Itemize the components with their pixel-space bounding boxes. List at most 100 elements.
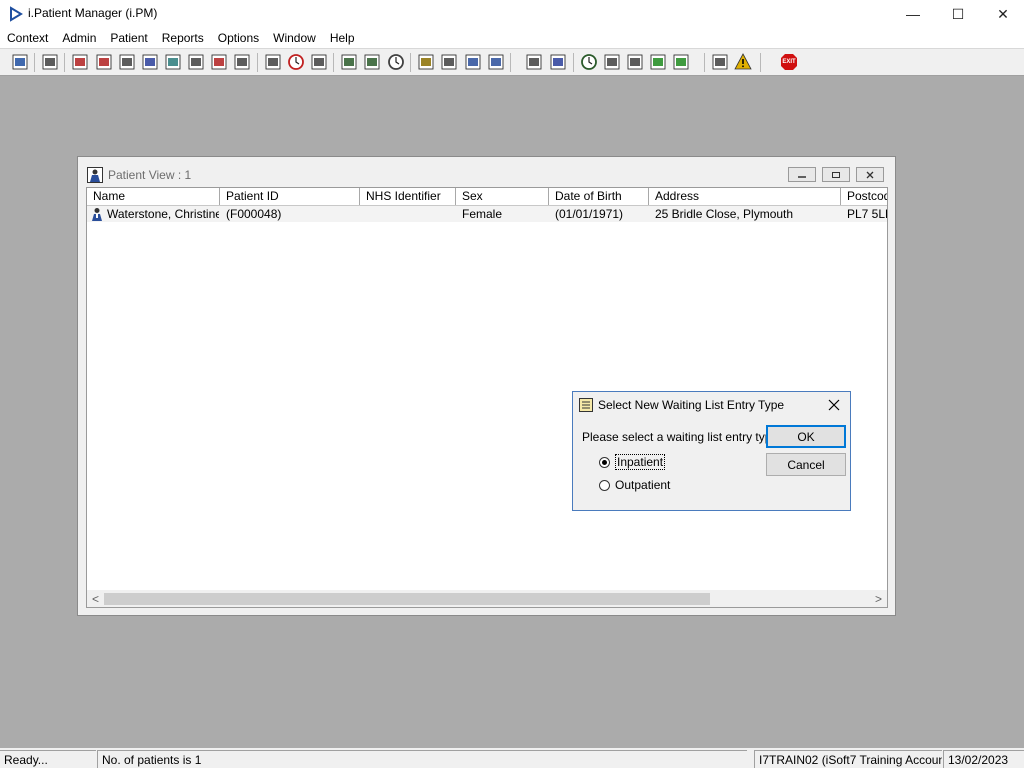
- column-header-name[interactable]: Name: [87, 188, 220, 205]
- toolbar-separator: [64, 53, 65, 72]
- scrollbar-thumb[interactable]: [104, 593, 710, 605]
- maximize-icon: ☐: [951, 5, 965, 22]
- exit-button[interactable]: EXIT: [779, 52, 799, 72]
- print-button[interactable]: [40, 52, 60, 72]
- chart-doc-button[interactable]: [362, 52, 382, 72]
- referral-out-icon: [673, 54, 689, 70]
- scroll-left-arrow[interactable]: <: [87, 590, 104, 607]
- menu-window[interactable]: Window: [266, 28, 323, 48]
- child-minimize-button[interactable]: [788, 167, 816, 182]
- calendar-cross-icon: [265, 54, 281, 70]
- menu-patient[interactable]: Patient: [103, 28, 154, 48]
- person-icon: [165, 54, 181, 70]
- referral-check-button[interactable]: [625, 52, 645, 72]
- cell-postcode: PL7 5LF: [847, 207, 888, 221]
- scroll-right-arrow[interactable]: >: [870, 590, 887, 607]
- patient-view-titlebar[interactable]: Patient View : 1: [78, 157, 895, 189]
- referral-in-button[interactable]: [648, 52, 668, 72]
- column-header-postcode[interactable]: Postcod: [841, 188, 887, 205]
- current-user: I7TRAIN02 (iSoft7 Training Account): [754, 750, 942, 768]
- menu-context[interactable]: Context: [0, 28, 55, 48]
- outpatient-radio-option[interactable]: Outpatient: [599, 478, 670, 492]
- dialog-close-button[interactable]: [824, 395, 844, 415]
- monitor-button[interactable]: [309, 52, 329, 72]
- menu-reports[interactable]: Reports: [155, 28, 211, 48]
- cell-sex: Female: [462, 207, 503, 221]
- globe-button[interactable]: [579, 52, 599, 72]
- outpatient-label[interactable]: Outpatient: [615, 478, 670, 492]
- dialog-title: Select New Waiting List Entry Type: [598, 398, 785, 412]
- waiting-list-icon: [418, 54, 434, 70]
- menu-admin[interactable]: Admin: [55, 28, 103, 48]
- stopwatch-button[interactable]: [386, 52, 406, 72]
- inpatient-radio-option[interactable]: Inpatient: [599, 454, 666, 470]
- toolbar-separator: [257, 53, 258, 72]
- card-icon: [119, 54, 135, 70]
- toolbar: EXIT: [0, 48, 1024, 76]
- swap-button[interactable]: [710, 52, 730, 72]
- close-button[interactable]: ✕: [980, 0, 1024, 28]
- referral-check-icon: [627, 54, 643, 70]
- bed-transfer-button[interactable]: [486, 52, 506, 72]
- ok-button[interactable]: OK: [766, 425, 846, 448]
- ambulance-out-button[interactable]: [232, 52, 252, 72]
- calendar-cross-button[interactable]: [263, 52, 283, 72]
- bar-chart-icon: [550, 54, 566, 70]
- column-header-nhs-identifier[interactable]: NHS Identifier: [360, 188, 456, 205]
- column-header-date-of-birth[interactable]: Date of Birth: [549, 188, 649, 205]
- waiting-list-remove-icon: [441, 54, 457, 70]
- waiting-list-button[interactable]: [416, 52, 436, 72]
- inpatient-label[interactable]: Inpatient: [615, 454, 666, 470]
- card-button[interactable]: [117, 52, 137, 72]
- maximize-button[interactable]: ☐: [935, 0, 981, 28]
- letter-m-button[interactable]: [140, 52, 160, 72]
- outpatient-radio[interactable]: [599, 479, 610, 491]
- patient-search-button[interactable]: [10, 52, 30, 72]
- close-icon: [866, 171, 874, 178]
- globe-icon: [581, 54, 597, 70]
- chart-screen-button[interactable]: [339, 52, 359, 72]
- waiting-list-remove-button[interactable]: [439, 52, 459, 72]
- menu-options[interactable]: Options: [211, 28, 266, 48]
- book-button[interactable]: [70, 52, 90, 72]
- horizontal-scrollbar[interactable]: < >: [87, 590, 887, 607]
- child-close-button[interactable]: [856, 167, 884, 182]
- current-date: 13/02/2023: [943, 750, 1024, 768]
- swap-icon: [712, 54, 728, 70]
- referral-out-button[interactable]: [671, 52, 691, 72]
- house-icon: [96, 54, 112, 70]
- child-restore-button[interactable]: [822, 167, 850, 182]
- menu-help[interactable]: Help: [323, 28, 362, 48]
- clock-button[interactable]: [286, 52, 306, 72]
- exit-label: EXIT: [782, 59, 796, 65]
- cancel-button[interactable]: Cancel: [766, 453, 846, 476]
- ambulance-button[interactable]: [209, 52, 229, 72]
- column-header-sex[interactable]: Sex: [456, 188, 549, 205]
- restore-icon: [832, 171, 840, 178]
- form-edit-button[interactable]: [186, 52, 206, 72]
- monitor-icon: [311, 54, 327, 70]
- inpatient-radio[interactable]: [599, 456, 610, 468]
- column-header-address[interactable]: Address: [649, 188, 841, 205]
- document-button[interactable]: [524, 52, 544, 72]
- cell-date-of-birth: (01/01/1971): [555, 207, 624, 221]
- bed-transfer-icon: [488, 54, 504, 70]
- grid-header: Name Patient ID NHS Identifier Sex Date …: [87, 188, 887, 206]
- patient-count: No. of patients is 1: [97, 750, 747, 768]
- house-button[interactable]: [94, 52, 114, 72]
- book-icon: [72, 54, 88, 70]
- cell-name: Waterstone, Christine...: [107, 207, 219, 221]
- form-edit-icon: [188, 54, 204, 70]
- referral-button[interactable]: [602, 52, 622, 72]
- bed-button[interactable]: [463, 52, 483, 72]
- column-header-patient-id[interactable]: Patient ID: [220, 188, 360, 205]
- person-button[interactable]: [163, 52, 183, 72]
- warning-button[interactable]: [733, 52, 753, 72]
- waiting-list-icon: [578, 397, 594, 413]
- bar-chart-button[interactable]: [548, 52, 568, 72]
- toolbar-separator: [760, 53, 761, 72]
- table-row[interactable]: Waterstone, Christine... (F000048) Femal…: [87, 206, 887, 222]
- minimize-icon: [798, 175, 806, 178]
- waiting-list-type-dialog: Select New Waiting List Entry Type Pleas…: [572, 391, 851, 511]
- minimize-button[interactable]: —: [890, 0, 936, 28]
